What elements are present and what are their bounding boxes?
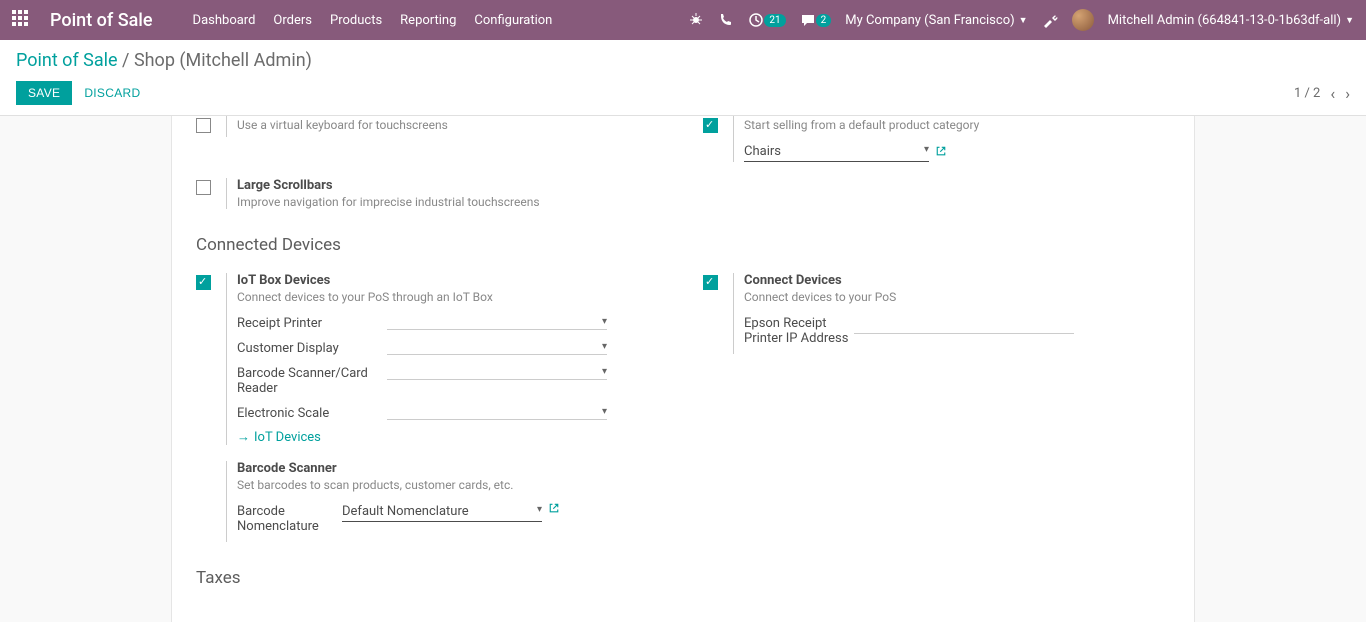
- iot-devices-link[interactable]: → IoT Devices: [237, 429, 663, 445]
- pager-count: 1 / 2: [1294, 86, 1320, 101]
- user-menu[interactable]: Mitchell Admin (664841-13-0-1b63df-all) …: [1108, 13, 1354, 28]
- actions-row: SAVE DISCARD 1 / 2 ‹ ›: [0, 71, 1366, 116]
- form-sheet: Virtual Keyboard Use a virtual keyboard …: [171, 116, 1195, 622]
- chevron-down-icon: ▼: [1019, 15, 1028, 26]
- barcode-scanner-title: Barcode Scanner: [237, 461, 663, 476]
- barcode-scanner-desc: Set barcodes to scan products, customer …: [237, 478, 663, 492]
- top-navbar: Point of Sale Dashboard Orders Products …: [0, 0, 1366, 40]
- section-taxes: Taxes: [196, 568, 1170, 588]
- pager: 1 / 2 ‹ ›: [1294, 84, 1350, 103]
- iot-box-desc: Connect devices to your PoS through an I…: [237, 290, 663, 304]
- start-category-select[interactable]: Chairs ▾: [744, 142, 929, 162]
- phone-icon[interactable]: [718, 12, 734, 28]
- external-link-icon[interactable]: [548, 502, 560, 517]
- tools-icon[interactable]: [1042, 12, 1058, 28]
- checkbox-iot-box[interactable]: [196, 275, 211, 290]
- company-switcher[interactable]: My Company (San Francisco) ▼: [845, 13, 1027, 28]
- nav-orders[interactable]: Orders: [273, 13, 312, 28]
- chevron-down-icon: ▾: [924, 144, 929, 159]
- nav-configuration[interactable]: Configuration: [474, 13, 552, 28]
- field-receipt-printer-label: Receipt Printer: [237, 314, 387, 331]
- apps-icon[interactable]: [12, 10, 32, 30]
- breadcrumb-bar: Point of Sale / Shop (Mitchell Admin): [0, 40, 1366, 71]
- messages-badge: 2: [816, 14, 832, 27]
- activity-indicator[interactable]: 21: [748, 12, 785, 28]
- save-button[interactable]: SAVE: [16, 81, 72, 105]
- field-barcode-nomenclature-select[interactable]: Default Nomenclature ▾: [342, 502, 542, 522]
- messages-indicator[interactable]: 2: [800, 12, 832, 28]
- iot-box-title: IoT Box Devices: [237, 273, 663, 288]
- field-epson-ip-input[interactable]: [854, 314, 1074, 334]
- large-scrollbars-title: Large Scrollbars: [237, 178, 663, 193]
- pager-prev[interactable]: ‹: [1330, 84, 1335, 103]
- nav-reporting[interactable]: Reporting: [400, 13, 456, 28]
- chevron-down-icon: ▼: [1345, 15, 1354, 26]
- discard-button[interactable]: DISCARD: [72, 81, 152, 105]
- nav-products[interactable]: Products: [330, 13, 382, 28]
- checkbox-virtual-keyboard[interactable]: [196, 118, 211, 133]
- field-receipt-printer-select[interactable]: [387, 314, 607, 330]
- connect-devices-title: Connect Devices: [744, 273, 1170, 288]
- field-barcode-nomenclature-label: Barcode Nomenclature: [237, 502, 342, 534]
- field-electronic-scale-select[interactable]: [387, 404, 607, 420]
- checkbox-start-category[interactable]: [703, 118, 718, 133]
- bug-icon[interactable]: [688, 12, 704, 28]
- checkbox-connect-devices[interactable]: [703, 275, 718, 290]
- chevron-down-icon: ▾: [537, 504, 542, 519]
- nav-dashboard[interactable]: Dashboard: [193, 13, 256, 28]
- breadcrumb-root[interactable]: Point of Sale: [16, 50, 118, 71]
- breadcrumb-current: Shop (Mitchell Admin): [134, 50, 312, 71]
- avatar: [1072, 9, 1094, 31]
- field-barcode-scanner-select[interactable]: [387, 364, 607, 380]
- arrow-right-icon: →: [237, 429, 250, 445]
- checkbox-large-scrollbars[interactable]: [196, 180, 211, 195]
- external-link-icon[interactable]: [935, 145, 947, 160]
- field-barcode-scanner-label: Barcode Scanner/Card Reader: [237, 364, 387, 396]
- section-connected-devices: Connected Devices: [196, 235, 1170, 255]
- field-epson-ip-label: Epson Receipt Printer IP Address: [744, 314, 854, 346]
- field-customer-display-label: Customer Display: [237, 339, 387, 356]
- start-category-desc: Start selling from a default product cat…: [744, 118, 1170, 132]
- pager-next[interactable]: ›: [1345, 84, 1350, 103]
- field-customer-display-select[interactable]: [387, 339, 607, 355]
- virtual-keyboard-desc: Use a virtual keyboard for touchscreens: [237, 118, 663, 132]
- activity-badge: 21: [764, 14, 785, 27]
- connect-devices-desc: Connect devices to your PoS: [744, 290, 1170, 304]
- large-scrollbars-desc: Improve navigation for imprecise industr…: [237, 195, 663, 209]
- field-electronic-scale-label: Electronic Scale: [237, 404, 387, 421]
- main-nav: Dashboard Orders Products Reporting Conf…: [193, 13, 553, 28]
- app-brand: Point of Sale: [50, 10, 153, 31]
